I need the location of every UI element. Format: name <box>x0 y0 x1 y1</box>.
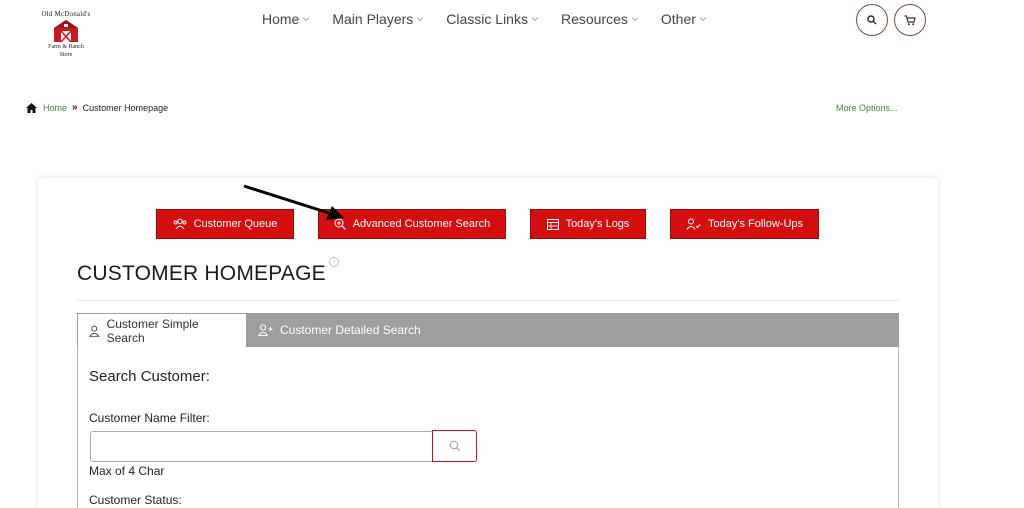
breadcrumb: Home » Customer Homepage <box>26 102 168 113</box>
logo-line-3: Store <box>59 52 73 58</box>
user-plus-icon <box>258 324 273 336</box>
search-button[interactable] <box>856 4 888 36</box>
user-check-icon <box>686 218 701 230</box>
chevron-down-icon <box>631 17 639 22</box>
chevron-down-icon <box>303 17 310 22</box>
more-options-link[interactable]: More Options... <box>836 103 898 113</box>
todays-logs-label: Today's Logs <box>565 218 630 230</box>
tab-customer-simple-search[interactable]: Customer Simple Search <box>77 313 247 347</box>
user-icon <box>89 325 100 337</box>
breadcrumb-current: Customer Homepage <box>82 102 169 113</box>
info-icon[interactable]: i <box>329 257 339 267</box>
nav-main-players-label: Main Players <box>332 11 414 27</box>
search-icon <box>867 15 877 25</box>
main-nav: Home Main Players Classic Links Resource… <box>262 11 729 27</box>
customer-name-filter-label: Customer Name Filter: <box>89 411 210 425</box>
todays-follow-ups-label: Today's Follow-Ups <box>707 218 804 230</box>
nav-main-players[interactable]: Main Players <box>332 11 424 27</box>
chevron-down-icon <box>416 17 424 22</box>
site-logo[interactable]: Old McDonald's Farm & Ranch Store <box>34 10 98 68</box>
max-char-hint: Max of 4 Char <box>89 464 165 478</box>
customer-name-search-button[interactable] <box>432 430 477 462</box>
breadcrumb-separator: » <box>72 102 78 113</box>
nav-classic-links[interactable]: Classic Links <box>446 11 539 27</box>
customer-status-label: Customer Status: <box>89 493 182 507</box>
advanced-customer-search-label: Advanced Customer Search <box>352 218 491 230</box>
tab-customer-detailed-search[interactable]: Customer Detailed Search <box>247 313 432 347</box>
search-tabs: Customer Simple Search Customer Detailed… <box>77 313 899 347</box>
todays-logs-button[interactable]: Today's Logs <box>530 209 646 239</box>
chevron-down-icon <box>699 17 707 22</box>
logo-line-2: Farm & Ranch <box>48 44 84 50</box>
home-icon <box>26 102 37 113</box>
tab-customer-detailed-search-label: Customer Detailed Search <box>280 323 421 337</box>
title-divider <box>77 300 899 301</box>
nav-resources[interactable]: Resources <box>561 11 639 27</box>
page-title: CUSTOMER HOMEPAGE <box>77 262 326 285</box>
barn-icon <box>54 20 78 43</box>
users-icon <box>173 218 187 230</box>
tab-customer-simple-search-label: Customer Simple Search <box>106 316 199 345</box>
nav-resources-label: Resources <box>560 11 628 27</box>
search-customer-heading: Search Customer: <box>89 368 210 385</box>
nav-home[interactable]: Home <box>262 11 310 27</box>
nav-other-label: Other <box>660 11 696 27</box>
nav-classic-links-label: Classic Links <box>446 11 528 27</box>
cart-button[interactable] <box>894 4 926 36</box>
search-icon <box>449 440 460 452</box>
customer-name-filter-input[interactable] <box>90 431 434 462</box>
todays-follow-ups-button[interactable]: Today's Follow-Ups <box>670 209 819 239</box>
cart-icon <box>904 14 916 25</box>
annotation-arrow-icon <box>243 184 344 220</box>
chevron-down-icon <box>531 17 539 22</box>
table-icon <box>546 218 559 230</box>
breadcrumb-home-link[interactable]: Home <box>43 103 67 113</box>
nav-other[interactable]: Other <box>661 11 707 27</box>
logo-line-1: Old McDonald's <box>41 10 91 18</box>
nav-home-label: Home <box>262 11 300 27</box>
